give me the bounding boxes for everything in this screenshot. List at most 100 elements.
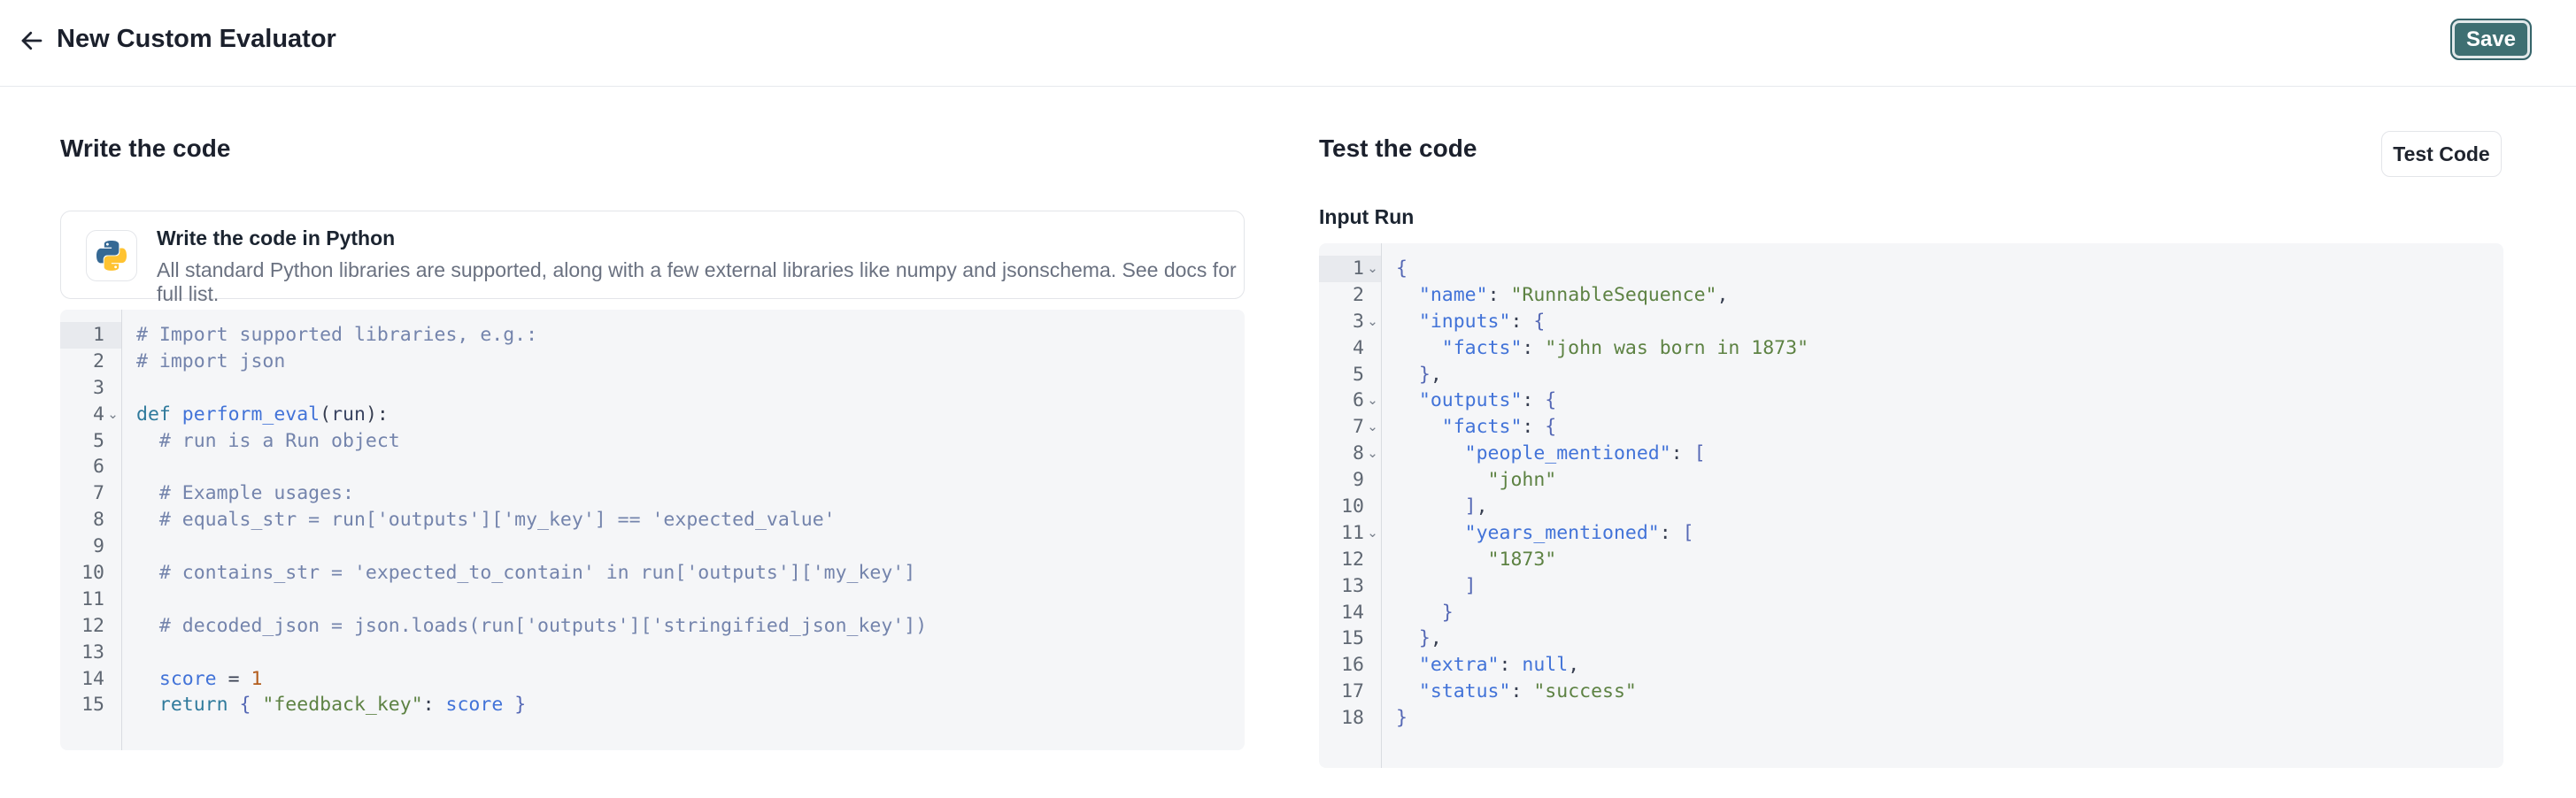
code-line-7: "facts": { [1396, 414, 2503, 441]
chevron-down-icon[interactable]: ⌄ [1364, 387, 1381, 414]
code-line-8: "people_mentioned": [ [1396, 441, 2503, 467]
python-code-editor[interactable]: 1234⌄56789101112131415# Import supported… [60, 310, 1245, 750]
line-number: 11 [81, 587, 104, 613]
code-token [1396, 389, 1419, 411]
line-number: 8 [93, 507, 104, 533]
code-token [171, 403, 182, 426]
code-token: } [1442, 602, 1454, 624]
chevron-down-icon[interactable]: ⌄ [1364, 414, 1381, 441]
code-token: { [1396, 257, 1408, 280]
line-number: 3 [1353, 309, 1364, 335]
save-button[interactable]: Save [2450, 19, 2532, 60]
editor-code-area[interactable]: # Import supported libraries, e.g.:# imp… [122, 310, 1245, 750]
code-line-9 [136, 533, 1245, 560]
line-number: 8 [1353, 441, 1364, 467]
code-token [1396, 549, 1488, 571]
code-token: # equals_str = run['outputs']['my_key'] … [136, 509, 836, 531]
gutter-line-4: 4 [1319, 335, 1381, 362]
gutter-line-8: 8 [60, 507, 121, 533]
gutter-line-8: 8⌄ [1319, 441, 1381, 467]
code-token: # Example usages: [136, 482, 354, 504]
write-code-heading: Write the code [60, 134, 230, 163]
code-line-8: # equals_str = run['outputs']['my_key'] … [136, 507, 1245, 533]
line-number: 4 [1353, 335, 1364, 362]
code-token: } [514, 694, 526, 716]
code-line-13 [136, 640, 1245, 666]
code-token [1396, 284, 1419, 306]
gutter-line-10: 10 [60, 560, 121, 587]
code-token: "facts" [1442, 337, 1523, 359]
gutter-line-14: 14 [60, 666, 121, 693]
line-number: 6 [1353, 387, 1364, 414]
code-token [1396, 495, 1465, 518]
line-number: 9 [93, 533, 104, 560]
code-line-16: "extra": null, [1396, 652, 2503, 679]
gutter-line-3: 3 [60, 375, 121, 402]
code-token [1396, 680, 1419, 702]
line-number: 16 [1341, 652, 1364, 679]
code-token: : [1660, 522, 1671, 544]
gutter-line-6: 6 [60, 454, 121, 480]
chevron-down-icon[interactable]: ⌄ [1364, 256, 1381, 282]
line-number: 1 [1353, 256, 1364, 282]
code-line-11 [136, 587, 1245, 613]
back-button[interactable] [16, 25, 48, 57]
line-number: 1 [93, 322, 104, 349]
code-token: # Import supported libraries, e.g.: [136, 324, 537, 346]
code-token [1396, 311, 1419, 333]
python-info-card: Write the code in Python All standard Py… [60, 211, 1245, 299]
code-token: ] [1465, 495, 1477, 518]
code-token: # run is a Run object [136, 430, 400, 452]
gutter-line-7: 7⌄ [1319, 414, 1381, 441]
line-number: 14 [1341, 600, 1364, 626]
test-code-button[interactable]: Test Code [2381, 131, 2502, 177]
code-token [1396, 337, 1442, 359]
code-token: { [1545, 389, 1556, 411]
gutter-line-11: 11 [60, 587, 121, 613]
code-line-5: }, [1396, 362, 2503, 388]
code-token [435, 694, 446, 716]
code-token [1683, 442, 1694, 464]
code-token: , [1431, 627, 1442, 649]
gutter-line-15: 15 [60, 692, 121, 718]
line-number: 7 [93, 480, 104, 507]
chevron-down-icon[interactable]: ⌄ [1364, 441, 1381, 467]
code-token [1396, 522, 1465, 544]
code-token: "success" [1533, 680, 1637, 702]
gutter-line-14: 14 [1319, 600, 1381, 626]
gutter-line-13: 13 [1319, 573, 1381, 600]
code-token: "john was born in 1873" [1545, 337, 1809, 359]
chevron-down-icon[interactable]: ⌄ [104, 402, 121, 428]
line-number: 5 [93, 428, 104, 455]
gutter-line-5: 5 [1319, 362, 1381, 388]
code-token: ( [320, 403, 331, 426]
line-number: 17 [1341, 679, 1364, 705]
code-token: # contains_str = 'expected_to_contain' i… [136, 562, 915, 584]
code-line-6 [136, 454, 1245, 480]
input-run-label: Input Run [1319, 205, 1414, 229]
line-number: 15 [1341, 625, 1364, 652]
code-token [1396, 442, 1465, 464]
code-token: "john" [1488, 469, 1557, 491]
code-token: } [1419, 364, 1431, 386]
code-line-14: score = 1 [136, 666, 1245, 693]
line-number: 10 [1341, 494, 1364, 520]
line-number: 13 [81, 640, 104, 666]
editor-code-area[interactable]: { "name": "RunnableSequence", "inputs": … [1382, 243, 2503, 768]
code-token: score [446, 694, 504, 716]
code-token: , [1477, 495, 1488, 518]
input-run-json-editor[interactable]: 1⌄23⌄456⌄7⌄8⌄91011⌄12131415161718{ "name… [1319, 243, 2503, 768]
code-token [136, 694, 159, 716]
gutter-line-7: 7 [60, 480, 121, 507]
gutter-line-3: 3⌄ [1319, 309, 1381, 335]
gutter-line-18: 18 [1319, 705, 1381, 732]
code-token: # decoded_json = json.loads(run['outputs… [136, 615, 927, 637]
gutter-line-5: 5 [60, 428, 121, 455]
chevron-down-icon[interactable]: ⌄ [1364, 520, 1381, 547]
chevron-down-icon[interactable]: ⌄ [1364, 309, 1381, 335]
code-token: "facts" [1442, 416, 1523, 438]
info-card-title: Write the code in Python [157, 226, 395, 250]
code-token: def [136, 403, 171, 426]
gutter-line-11: 11⌄ [1319, 520, 1381, 547]
code-token [1396, 602, 1442, 624]
